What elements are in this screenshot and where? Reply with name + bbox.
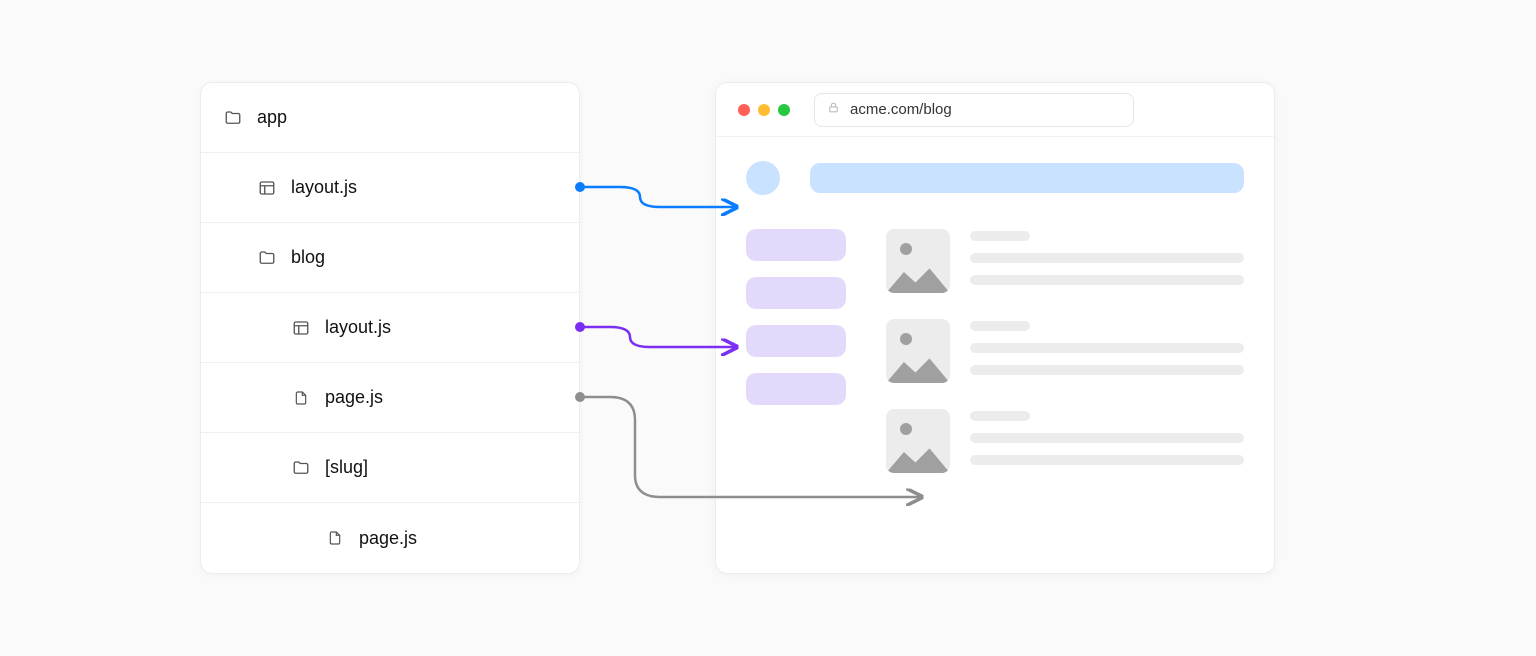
browser-chrome: acme.com/blog: [716, 83, 1274, 137]
traffic-light-min-icon: [758, 104, 770, 116]
lock-icon: [827, 101, 840, 118]
file-icon: [291, 388, 311, 408]
feed-card: [886, 229, 1244, 293]
sidebar-item-placeholder: [746, 373, 846, 405]
blog-layout-arrow: [580, 327, 735, 347]
filetree-row-page-blog: page.js: [201, 363, 579, 433]
traffic-lights: [738, 104, 790, 116]
feed-card: [886, 409, 1244, 473]
sidebar-item-placeholder: [746, 325, 846, 357]
layout-icon: [257, 178, 277, 198]
feed-card: [886, 319, 1244, 383]
filetree-row-layout-blog: layout.js: [201, 293, 579, 363]
filetree-label: layout.js: [325, 317, 391, 338]
filetree-row-slug: [slug]: [201, 433, 579, 503]
layout-sidebar-region: [746, 229, 846, 473]
filetree-row-blog: blog: [201, 223, 579, 293]
image-placeholder-icon: [886, 229, 950, 293]
browser-mock: acme.com/blog: [715, 82, 1275, 574]
file-icon: [325, 528, 345, 548]
file-tree-panel: app layout.js blog layout.js page.js: [200, 82, 580, 574]
filetree-label: [slug]: [325, 457, 368, 478]
filetree-label: layout.js: [291, 177, 357, 198]
header-avatar-placeholder: [746, 161, 780, 195]
filetree-row-layout-root: layout.js: [201, 153, 579, 223]
text-placeholder: [970, 343, 1244, 353]
filetree-label: app: [257, 107, 287, 128]
filetree-label: blog: [291, 247, 325, 268]
text-placeholder: [970, 231, 1030, 241]
folder-icon: [257, 248, 277, 268]
text-placeholder: [970, 253, 1244, 263]
text-placeholder: [970, 455, 1244, 465]
header-bar-placeholder: [810, 163, 1244, 193]
text-placeholder: [970, 275, 1244, 285]
image-placeholder-icon: [886, 319, 950, 383]
layout-icon: [291, 318, 311, 338]
filetree-label: page.js: [359, 528, 417, 549]
image-placeholder-icon: [886, 409, 950, 473]
text-placeholder: [970, 321, 1030, 331]
page-content-region: [886, 229, 1244, 473]
address-url: acme.com/blog: [850, 101, 952, 118]
text-placeholder: [970, 365, 1244, 375]
root-layout-arrow: [580, 187, 735, 207]
folder-icon: [291, 458, 311, 478]
traffic-light-close-icon: [738, 104, 750, 116]
layout-header-region: [746, 161, 1244, 195]
text-placeholder: [970, 411, 1030, 421]
filetree-label: page.js: [325, 387, 383, 408]
sidebar-item-placeholder: [746, 277, 846, 309]
filetree-row-page-slug: page.js: [201, 503, 579, 573]
traffic-light-max-icon: [778, 104, 790, 116]
text-placeholder: [970, 433, 1244, 443]
sidebar-item-placeholder: [746, 229, 846, 261]
browser-viewport: [716, 137, 1274, 497]
folder-icon: [223, 108, 243, 128]
address-bar: acme.com/blog: [814, 93, 1134, 127]
filetree-row-app: app: [201, 83, 579, 153]
